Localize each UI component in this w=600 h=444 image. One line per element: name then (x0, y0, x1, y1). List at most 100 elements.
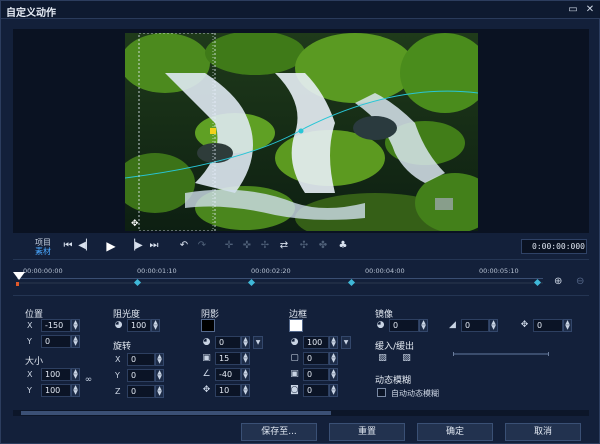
size-title: 大小 (25, 357, 44, 367)
auto-motion-blur-label: 自动动态模糊 (391, 389, 439, 398)
border-radius-stepper[interactable]: ▲ ▼ (329, 384, 338, 397)
position-y-stepper[interactable]: ▲ ▼ (71, 335, 80, 348)
border-opacity-stepper[interactable]: ▲ ▼ (329, 336, 338, 349)
mirror-offset-icon: ✥ (520, 320, 529, 330)
shadow-opacity-input[interactable]: 0 (215, 336, 241, 349)
reset-button[interactable]: 重置 (329, 423, 405, 441)
play-icon[interactable]: ▶ (103, 238, 119, 254)
border-color-swatch[interactable] (289, 319, 303, 332)
shadow-blur-stepper[interactable]: ▲ ▼ (241, 352, 250, 365)
border-radius-icon: ◙ (290, 385, 299, 395)
playback-bar: 项目 素材 ⏮ ◀▏ ▶ ▕▶ ⏭ ↶ ↷ ✛ ✜ ✢ ⇄ ✣ ✤ ♣ (13, 235, 589, 257)
rotation-z-stepper[interactable]: ▲ ▼ (155, 385, 164, 398)
divider (13, 259, 589, 260)
position-y-label: Y (27, 337, 32, 346)
playhead[interactable] (13, 272, 25, 280)
timeline-track (17, 278, 543, 279)
border-radius-input[interactable]: 0 (303, 384, 329, 397)
rotation-title: 旋转 (113, 342, 132, 352)
mirror-offset-input[interactable]: 0 (533, 319, 563, 332)
border-softness-stepper[interactable]: ▲ ▼ (329, 368, 338, 381)
border-width-input[interactable]: 0 (303, 352, 329, 365)
clip-mode-label[interactable]: 素材 (35, 246, 51, 257)
rotation-x-input[interactable]: 0 (127, 353, 155, 366)
restore-icon[interactable]: ▭ (567, 4, 579, 16)
rotation-y-label: Y (115, 371, 120, 380)
go-to-end-icon[interactable]: ⏭ (146, 238, 162, 254)
save-as-button[interactable]: 保存至... (241, 423, 317, 441)
prev-keyframe-icon[interactable]: ✣ (296, 238, 312, 254)
link-icon[interactable]: ∞ (83, 375, 94, 386)
position-x-stepper[interactable]: ▲ ▼ (71, 319, 80, 332)
go-to-start-icon[interactable]: ⏮ (60, 238, 76, 254)
mirror-fade-icon: ◢ (449, 320, 456, 330)
keyframe-timeline[interactable]: 00:00:00:00 00:00:01:10 00:00:02:20 00:0… (13, 263, 545, 289)
zoom-out-icon[interactable]: ⊖ (576, 276, 590, 290)
size-y-input[interactable]: 100 (41, 384, 71, 397)
mirror-fade-input[interactable]: 0 (461, 319, 489, 332)
rotation-y-stepper[interactable]: ▲ ▼ (155, 369, 164, 382)
ease-out-icon[interactable]: ▧ (401, 353, 412, 364)
video-preview[interactable]: ✥ (125, 33, 478, 231)
motion-blur-title: 动态模糊 (375, 376, 412, 386)
close-icon[interactable]: ✕ (584, 4, 596, 16)
position-y-input[interactable]: 0 (41, 335, 71, 348)
delete-keyframe-icon[interactable]: ✜ (239, 238, 255, 254)
rotation-y-input[interactable]: 0 (127, 369, 155, 382)
size-y-stepper[interactable]: ▲ ▼ (71, 384, 80, 397)
opacity-stepper[interactable]: ▲ ▼ (151, 319, 160, 332)
mirror-offset-stepper[interactable]: ▲ ▼ (563, 319, 572, 332)
shadow-distance-input[interactable]: 10 (215, 384, 241, 397)
shadow-angle-stepper[interactable]: ▲ ▼ (241, 368, 250, 381)
redo-icon[interactable]: ↷ (194, 238, 210, 254)
cancel-button[interactable]: 取消 (505, 423, 581, 441)
auto-motion-blur-checkbox[interactable] (377, 388, 386, 397)
zoom-in-icon[interactable]: ⊕ (554, 276, 568, 290)
timecode-display[interactable]: 0:00:00:000 (521, 239, 587, 254)
next-keyframe-icon[interactable]: ✤ (315, 238, 331, 254)
svg-text:✥: ✥ (131, 219, 139, 229)
position-x-input[interactable]: -150 (41, 319, 71, 332)
add-keyframe-icon[interactable]: ✛ (221, 238, 237, 254)
shadow-opacity-stepper[interactable]: ▲ ▼ (241, 336, 250, 349)
slider-end (548, 352, 549, 356)
keyframe-marker[interactable] (533, 278, 542, 287)
border-mode-dropdown[interactable]: ▼ (341, 336, 351, 349)
keyframe-marker[interactable] (347, 278, 356, 287)
previous-frame-icon[interactable]: ◀▏ (78, 238, 94, 254)
size-x-stepper[interactable]: ▲ ▼ (71, 368, 80, 381)
border-opacity-input[interactable]: 100 (303, 336, 329, 349)
ease-slider[interactable] (453, 352, 549, 356)
keyframe-marker[interactable] (133, 278, 142, 287)
divider (13, 295, 589, 296)
shadow-angle-input[interactable]: -40 (215, 368, 241, 381)
title-bar: 自定义动作 ▭ ✕ (1, 1, 600, 19)
mirror-fade-stepper[interactable]: ▲ ▼ (489, 319, 498, 332)
keyframe-tool-icon[interactable]: ✢ (257, 238, 273, 254)
waterfall-image: ✥ (125, 33, 478, 231)
undo-icon[interactable]: ↶ (176, 238, 192, 254)
mirror-opacity-input[interactable]: 0 (389, 319, 419, 332)
timeline-tick: 00:00:00:00 (23, 267, 63, 275)
shadow-distance-stepper[interactable]: ▲ ▼ (241, 384, 250, 397)
next-frame-icon[interactable]: ▕▶ (127, 238, 143, 254)
size-x-input[interactable]: 100 (41, 368, 71, 381)
horizontal-scrollbar[interactable] (13, 410, 589, 416)
ok-button[interactable]: 确定 (417, 423, 493, 441)
opacity-icon: ◕ (114, 320, 123, 330)
opacity-input[interactable]: 100 (127, 319, 151, 332)
border-softness-input[interactable]: 0 (303, 368, 329, 381)
rotation-x-stepper[interactable]: ▲ ▼ (155, 353, 164, 366)
rotation-z-input[interactable]: 0 (127, 385, 155, 398)
copy-keyframe-icon[interactable]: ♣ (335, 238, 351, 254)
ease-in-icon[interactable]: ▨ (377, 353, 388, 364)
shadow-blur-input[interactable]: 15 (215, 352, 241, 365)
border-width-stepper[interactable]: ▲ ▼ (329, 352, 338, 365)
timeline-tick: 00:00:02:20 (251, 267, 291, 275)
mirror-opacity-stepper[interactable]: ▲ ▼ (419, 319, 428, 332)
scrollbar-thumb[interactable] (21, 411, 331, 415)
shadow-mode-dropdown[interactable]: ▼ (253, 336, 263, 349)
keyframe-marker[interactable] (247, 278, 256, 287)
reverse-keyframes-icon[interactable]: ⇄ (276, 238, 292, 254)
shadow-color-swatch[interactable] (201, 319, 215, 332)
